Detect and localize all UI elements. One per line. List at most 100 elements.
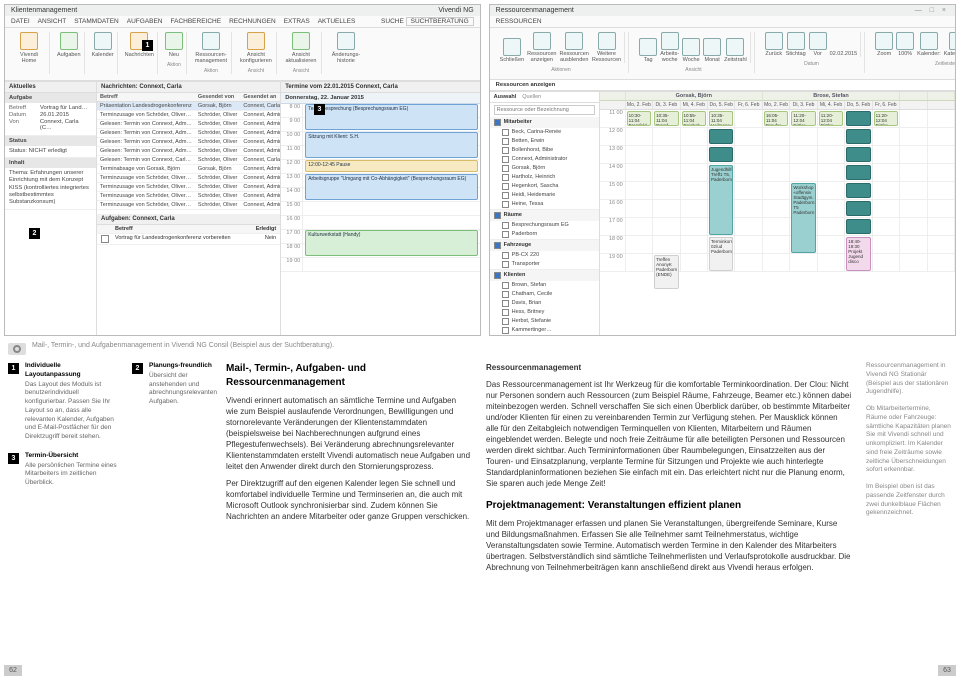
ribbon-label[interactable]: Nachrichten bbox=[125, 52, 154, 58]
grid-cell[interactable] bbox=[763, 218, 790, 236]
event-block[interactable]: 18:40-19:30 Projekt Jugend disco bbox=[846, 237, 870, 271]
grid-cell[interactable] bbox=[735, 218, 762, 236]
grid-cell[interactable] bbox=[626, 254, 653, 272]
checkbox-icon[interactable] bbox=[502, 192, 509, 199]
ribbon-label[interactable]: Monat bbox=[704, 57, 719, 63]
calendar-cell[interactable]: Arbeitsgruppe "Umgang mit Co-Abhängigkei… bbox=[303, 174, 479, 188]
grid-cell[interactable] bbox=[653, 236, 680, 254]
ribbon-icon[interactable] bbox=[503, 38, 521, 56]
grid-cell[interactable] bbox=[845, 200, 872, 218]
calendar-event[interactable]: 12:00-12:45 Pause bbox=[305, 160, 477, 172]
ribbon-label[interactable]: Kalender: bbox=[917, 51, 941, 57]
menu-item[interactable]: EXTRAS bbox=[284, 18, 310, 25]
checkbox-icon[interactable] bbox=[502, 222, 509, 229]
ribbon-icon[interactable] bbox=[809, 32, 827, 50]
tree-item[interactable]: Connext, Administrator bbox=[490, 155, 599, 164]
availability-block[interactable]: 10:30-11:04 Bramfeld bbox=[627, 111, 651, 126]
grid-cell[interactable] bbox=[928, 200, 955, 218]
menu-bar[interactable]: DATEIANSICHTSTAMMDATENAUFGABENFACHBEREIC… bbox=[5, 16, 480, 28]
tree-group-header[interactable]: Räume bbox=[490, 210, 599, 221]
calendar-cell[interactable] bbox=[303, 216, 479, 230]
availability-block[interactable]: 10:35-11:04 Heilmann bbox=[709, 111, 733, 126]
tree-group-header[interactable]: Mitarbeiter bbox=[490, 117, 599, 128]
ribbon-icon[interactable] bbox=[247, 32, 265, 50]
grid-cell[interactable] bbox=[845, 182, 872, 200]
grid-cell[interactable] bbox=[763, 254, 790, 272]
checkbox-icon[interactable] bbox=[494, 272, 501, 279]
grid-cell[interactable]: 10:30-11:04 Bramfeld bbox=[626, 110, 653, 128]
tree-item[interactable]: Besprechungsraum EG bbox=[490, 221, 599, 230]
grid-cell[interactable] bbox=[763, 146, 790, 164]
ribbon-icon[interactable] bbox=[94, 32, 112, 50]
menu-item[interactable]: ANSICHT bbox=[38, 18, 67, 25]
ribbon-icon[interactable] bbox=[20, 32, 38, 50]
grid-cell[interactable] bbox=[653, 200, 680, 218]
grid-cell[interactable]: 16:05-11:04 Draufer bbox=[763, 110, 790, 128]
grid-cell[interactable]: 11:20-12:04 Dirtler bbox=[873, 110, 900, 128]
checkbox-icon[interactable] bbox=[502, 147, 509, 154]
ribbon-label[interactable]: Änderungs-historie bbox=[329, 52, 363, 64]
grid-cell[interactable] bbox=[763, 182, 790, 200]
table-col-header[interactable]: Betreff bbox=[97, 93, 195, 102]
ribbon-icon[interactable] bbox=[639, 38, 657, 56]
grid-cell[interactable] bbox=[928, 254, 955, 272]
table-row[interactable]: Gelesen: Termin von Connext, Adm…Schröde… bbox=[97, 147, 281, 156]
grid-cell[interactable] bbox=[928, 110, 955, 128]
grid-cell[interactable] bbox=[626, 200, 653, 218]
ribbon-icon[interactable] bbox=[533, 32, 551, 50]
busy-block[interactable] bbox=[709, 147, 733, 162]
checkbox-icon[interactable] bbox=[502, 129, 509, 136]
availability-block[interactable]: 10:35-11:04 Bramf… bbox=[654, 111, 678, 126]
busy-block[interactable] bbox=[846, 129, 870, 144]
ribbon-icon[interactable] bbox=[949, 32, 956, 50]
ressourcen-grid[interactable]: Gorsak, BjörnBrose, Stefan Mo, 2. FebDi,… bbox=[600, 92, 955, 335]
grid-cell[interactable]: Workshop «offensiv Stadtgym. Paderborn» … bbox=[790, 182, 817, 200]
tab-auswahl[interactable]: Auswahl bbox=[494, 94, 517, 100]
tree-group-header[interactable]: Klienten bbox=[490, 270, 599, 281]
table-row[interactable]: Terminzusage von Schröder, Oliver…Schröd… bbox=[97, 192, 281, 201]
grid-cell[interactable] bbox=[873, 128, 900, 146]
menu-item[interactable]: DATEI bbox=[11, 18, 30, 25]
table-row[interactable]: Terminzusage von Schröder, Oliver…Schröd… bbox=[97, 111, 281, 120]
grid-cell[interactable] bbox=[873, 164, 900, 182]
tree-item[interactable]: Hess, Britney bbox=[490, 308, 599, 317]
tree-tabs[interactable]: Auswahl Quellen bbox=[490, 92, 599, 103]
grid-cell[interactable] bbox=[873, 200, 900, 218]
grid-cell[interactable] bbox=[681, 218, 708, 236]
menu-bar[interactable]: RESSOURCEN bbox=[490, 16, 955, 28]
grid-cell[interactable]: 10:55-11:04 Enighoh bbox=[681, 110, 708, 128]
ribbon-icon[interactable] bbox=[896, 32, 914, 50]
grid-cell[interactable] bbox=[790, 146, 817, 164]
grid-cell[interactable] bbox=[845, 110, 872, 128]
ribbon-label[interactable]: Ressourcen anzeigen bbox=[527, 51, 556, 63]
grid-cell[interactable] bbox=[818, 146, 845, 164]
grid-cell[interactable] bbox=[681, 128, 708, 146]
checkbox-icon[interactable] bbox=[502, 300, 509, 307]
calendar-cell[interactable]: Sitzung mit Klient: S.H. bbox=[303, 132, 479, 146]
grid-cell[interactable] bbox=[900, 128, 927, 146]
checkbox-icon[interactable] bbox=[502, 291, 509, 298]
grid-cell[interactable] bbox=[900, 182, 927, 200]
ribbon-label[interactable]: Schließen bbox=[500, 57, 524, 63]
grid-cell[interactable] bbox=[873, 182, 900, 200]
grid-cell[interactable] bbox=[873, 146, 900, 164]
availability-block[interactable]: 10:55-11:04 Enighoh bbox=[682, 111, 706, 126]
busy-block[interactable] bbox=[709, 129, 733, 144]
ribbon-label[interactable]: Zurück bbox=[765, 51, 782, 57]
ribbon-icon[interactable] bbox=[703, 38, 721, 56]
menu-item[interactable]: RESSOURCEN bbox=[496, 18, 542, 25]
ribbon-label[interactable]: Vor bbox=[814, 51, 822, 57]
grid-cell[interactable] bbox=[900, 110, 927, 128]
ribbon-label[interactable]: Ansicht aktualisieren bbox=[284, 52, 318, 64]
grid-cell[interactable] bbox=[626, 182, 653, 200]
tree-item[interactable]: PB-CX 220 bbox=[490, 251, 599, 260]
busy-block[interactable] bbox=[846, 201, 870, 216]
grid-cell[interactable] bbox=[790, 254, 817, 272]
kalender-grid[interactable]: 8 00Team-Besprechung (Besprechungsraum E… bbox=[281, 104, 479, 335]
grid-cell[interactable] bbox=[900, 236, 927, 254]
ribbon-label[interactable]: Ansicht konfigurieren bbox=[239, 52, 273, 64]
tree-item[interactable]: Kammertinger… bbox=[490, 326, 599, 335]
grid-cell[interactable] bbox=[626, 236, 653, 254]
busy-block[interactable] bbox=[846, 165, 870, 180]
ribbon-label[interactable]: Zoom bbox=[877, 51, 891, 57]
